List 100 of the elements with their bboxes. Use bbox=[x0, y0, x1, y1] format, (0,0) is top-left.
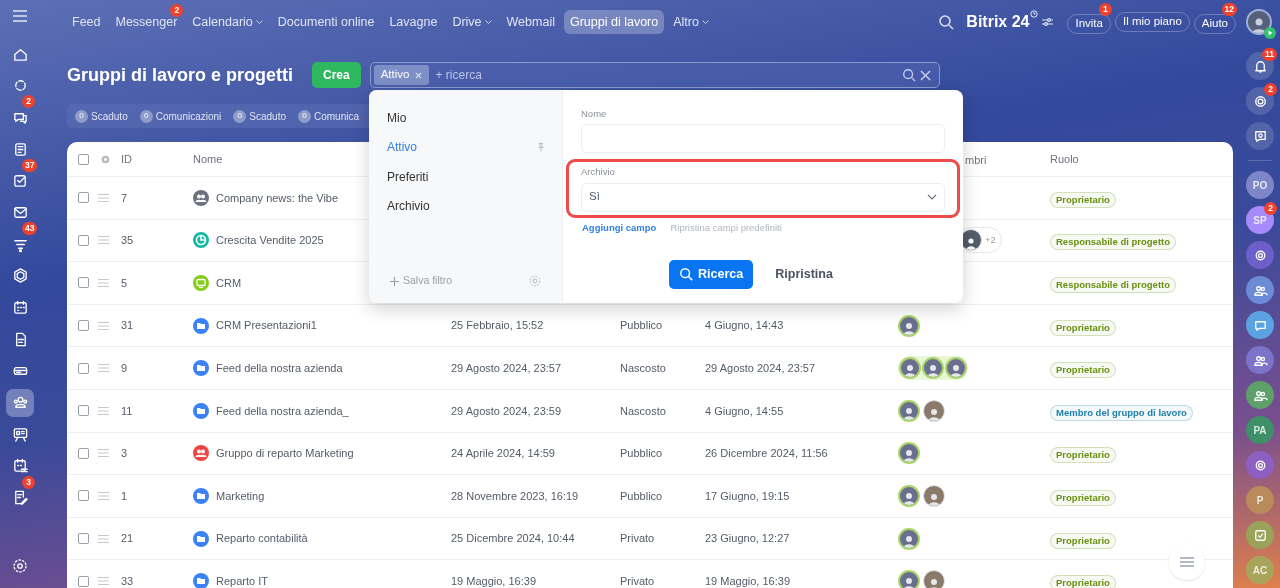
close-icon[interactable] bbox=[919, 69, 931, 81]
drag-handle-icon[interactable] bbox=[98, 577, 109, 586]
nav-tab[interactable]: Webmail bbox=[500, 10, 561, 34]
sidebar-item[interactable] bbox=[6, 388, 34, 417]
sidebar-item[interactable] bbox=[11, 457, 29, 475]
group-name-link[interactable]: Crescita Vendite 2025 bbox=[216, 232, 324, 249]
nav-tab[interactable]: Feed bbox=[66, 10, 107, 34]
group-name-link[interactable]: Reparto contabilità bbox=[216, 530, 308, 547]
column-header[interactable]: ID bbox=[121, 150, 193, 168]
table-cell-text: Pubblico bbox=[620, 488, 664, 504]
count-badge: 3 bbox=[22, 475, 35, 489]
nav-tab[interactable]: Calendario bbox=[186, 10, 269, 34]
plus-icon[interactable] bbox=[390, 276, 399, 286]
filter-preset[interactable]: Archivio bbox=[369, 191, 562, 221]
counter-filter[interactable]: 0 Scaduto bbox=[233, 108, 286, 124]
counter-filter[interactable]: 0 Scaduto bbox=[75, 108, 128, 124]
drag-handle-icon[interactable] bbox=[98, 279, 109, 287]
sidebar-item[interactable] bbox=[1246, 311, 1274, 339]
user-avatar[interactable] bbox=[898, 442, 920, 465]
checkbox[interactable] bbox=[78, 234, 89, 246]
add-field-link[interactable]: Aggiungi campo bbox=[582, 220, 657, 235]
user-avatar[interactable] bbox=[945, 357, 967, 380]
drag-handle-icon[interactable] bbox=[98, 406, 109, 415]
nav-tab[interactable]: Drive bbox=[446, 10, 498, 34]
checkbox[interactable] bbox=[78, 277, 89, 289]
filter-preset[interactable]: Mio bbox=[369, 103, 562, 133]
menu-button[interactable] bbox=[13, 10, 27, 22]
filter-preset[interactable]: Attivo bbox=[369, 132, 562, 162]
sidebar-item[interactable] bbox=[1246, 241, 1274, 269]
sidebar-item[interactable] bbox=[1246, 122, 1274, 150]
sidebar-item[interactable] bbox=[1246, 346, 1274, 374]
checkbox[interactable] bbox=[78, 320, 89, 332]
filter-preset[interactable]: Preferiti bbox=[369, 162, 562, 192]
more-count: +2 bbox=[985, 233, 996, 248]
filter-tag[interactable]: Attivo bbox=[373, 65, 430, 85]
settings-button[interactable] bbox=[12, 558, 28, 574]
user-avatar[interactable] bbox=[898, 314, 920, 337]
sidebar-item[interactable] bbox=[11, 299, 29, 316]
group-name-link[interactable]: Company news: the Vibe bbox=[216, 189, 339, 207]
sidebar-item[interactable] bbox=[11, 267, 29, 285]
sidebar-item[interactable]: PA bbox=[1246, 416, 1274, 444]
user-avatar[interactable] bbox=[898, 484, 920, 507]
group-name-link[interactable]: CRM bbox=[216, 274, 242, 292]
search-icon[interactable] bbox=[901, 68, 916, 82]
group-name-link[interactable]: Feed della nostra azienda_ bbox=[216, 402, 349, 419]
user-avatar[interactable] bbox=[1246, 9, 1272, 35]
drag-handle-icon[interactable] bbox=[98, 364, 109, 373]
counter-filter[interactable]: 0 Comunicazioni bbox=[139, 108, 222, 124]
create-button[interactable]: Crea bbox=[312, 62, 361, 88]
user-avatar[interactable] bbox=[922, 357, 944, 380]
sidebar-item[interactable]: PO bbox=[1246, 171, 1274, 199]
column-header[interactable]: mbri bbox=[965, 154, 987, 166]
drag-handle-icon[interactable] bbox=[98, 534, 109, 543]
checkbox[interactable] bbox=[78, 575, 89, 587]
counter-filter[interactable]: 0 Comunica bbox=[298, 108, 360, 124]
checkbox[interactable] bbox=[78, 447, 89, 459]
group-name-link[interactable]: Gruppo di reparto Marketing bbox=[216, 445, 354, 462]
user-avatar[interactable] bbox=[898, 527, 920, 550]
reset-button[interactable]: Ripristina bbox=[771, 264, 837, 284]
sidebar-item[interactable]: P bbox=[1246, 486, 1274, 514]
sidebar-item[interactable] bbox=[1246, 52, 1274, 80]
dropdown-field[interactable]: Sì bbox=[581, 182, 945, 212]
sidebar-item[interactable] bbox=[1246, 87, 1274, 115]
group-name-link[interactable]: Feed della nostra azienda bbox=[216, 359, 343, 377]
nav-tab[interactable]: Gruppi di lavoro bbox=[563, 10, 665, 34]
drag-handle-icon[interactable] bbox=[98, 449, 109, 458]
group-name-link[interactable]: CRM Presentazioni1 bbox=[216, 317, 317, 334]
sidebar-item[interactable] bbox=[1246, 276, 1274, 304]
group-name-link[interactable]: Reparto IT bbox=[216, 572, 268, 588]
checkbox[interactable] bbox=[78, 405, 89, 417]
settings-icon bbox=[12, 558, 28, 574]
search-field[interactable]: Attivo + ricerca bbox=[369, 62, 940, 88]
save-filter-link[interactable]: Salva filtro bbox=[403, 273, 453, 289]
user-avatar[interactable] bbox=[898, 570, 920, 588]
user-avatar[interactable] bbox=[899, 357, 921, 380]
drag-handle-icon[interactable] bbox=[98, 193, 109, 202]
search-button[interactable]: Ricerca bbox=[669, 259, 754, 289]
checkbox[interactable] bbox=[78, 153, 89, 165]
presentation-board-icon bbox=[11, 425, 29, 443]
sidebar-item[interactable] bbox=[1246, 381, 1274, 409]
drag-handle-icon[interactable] bbox=[98, 491, 109, 500]
table-cell-text: 29 Agosto 2024, 23:59 bbox=[451, 403, 563, 419]
drag-handle-icon[interactable] bbox=[98, 321, 109, 330]
sidebar-item[interactable] bbox=[11, 425, 29, 443]
drag-handle-icon[interactable] bbox=[98, 236, 109, 245]
sidebar-item[interactable] bbox=[11, 172, 29, 190]
sidebar-item[interactable] bbox=[1246, 451, 1274, 479]
nav-tab[interactable]: Altro bbox=[667, 10, 715, 34]
group-name-link[interactable]: Marketing bbox=[216, 487, 265, 505]
checkbox[interactable] bbox=[78, 362, 89, 374]
user-avatar[interactable] bbox=[898, 399, 920, 422]
sidebar-item[interactable] bbox=[1246, 521, 1274, 549]
search-icon[interactable] bbox=[938, 14, 955, 30]
nav-tab[interactable]: Documenti online bbox=[271, 10, 381, 34]
column-header[interactable]: Ruolo bbox=[1050, 150, 1233, 168]
sliders-icon[interactable] bbox=[1042, 17, 1054, 27]
checkbox[interactable] bbox=[78, 533, 89, 545]
nav-tab[interactable]: Lavagne bbox=[383, 10, 444, 34]
checkbox[interactable] bbox=[78, 490, 89, 502]
checkbox[interactable] bbox=[78, 192, 89, 204]
